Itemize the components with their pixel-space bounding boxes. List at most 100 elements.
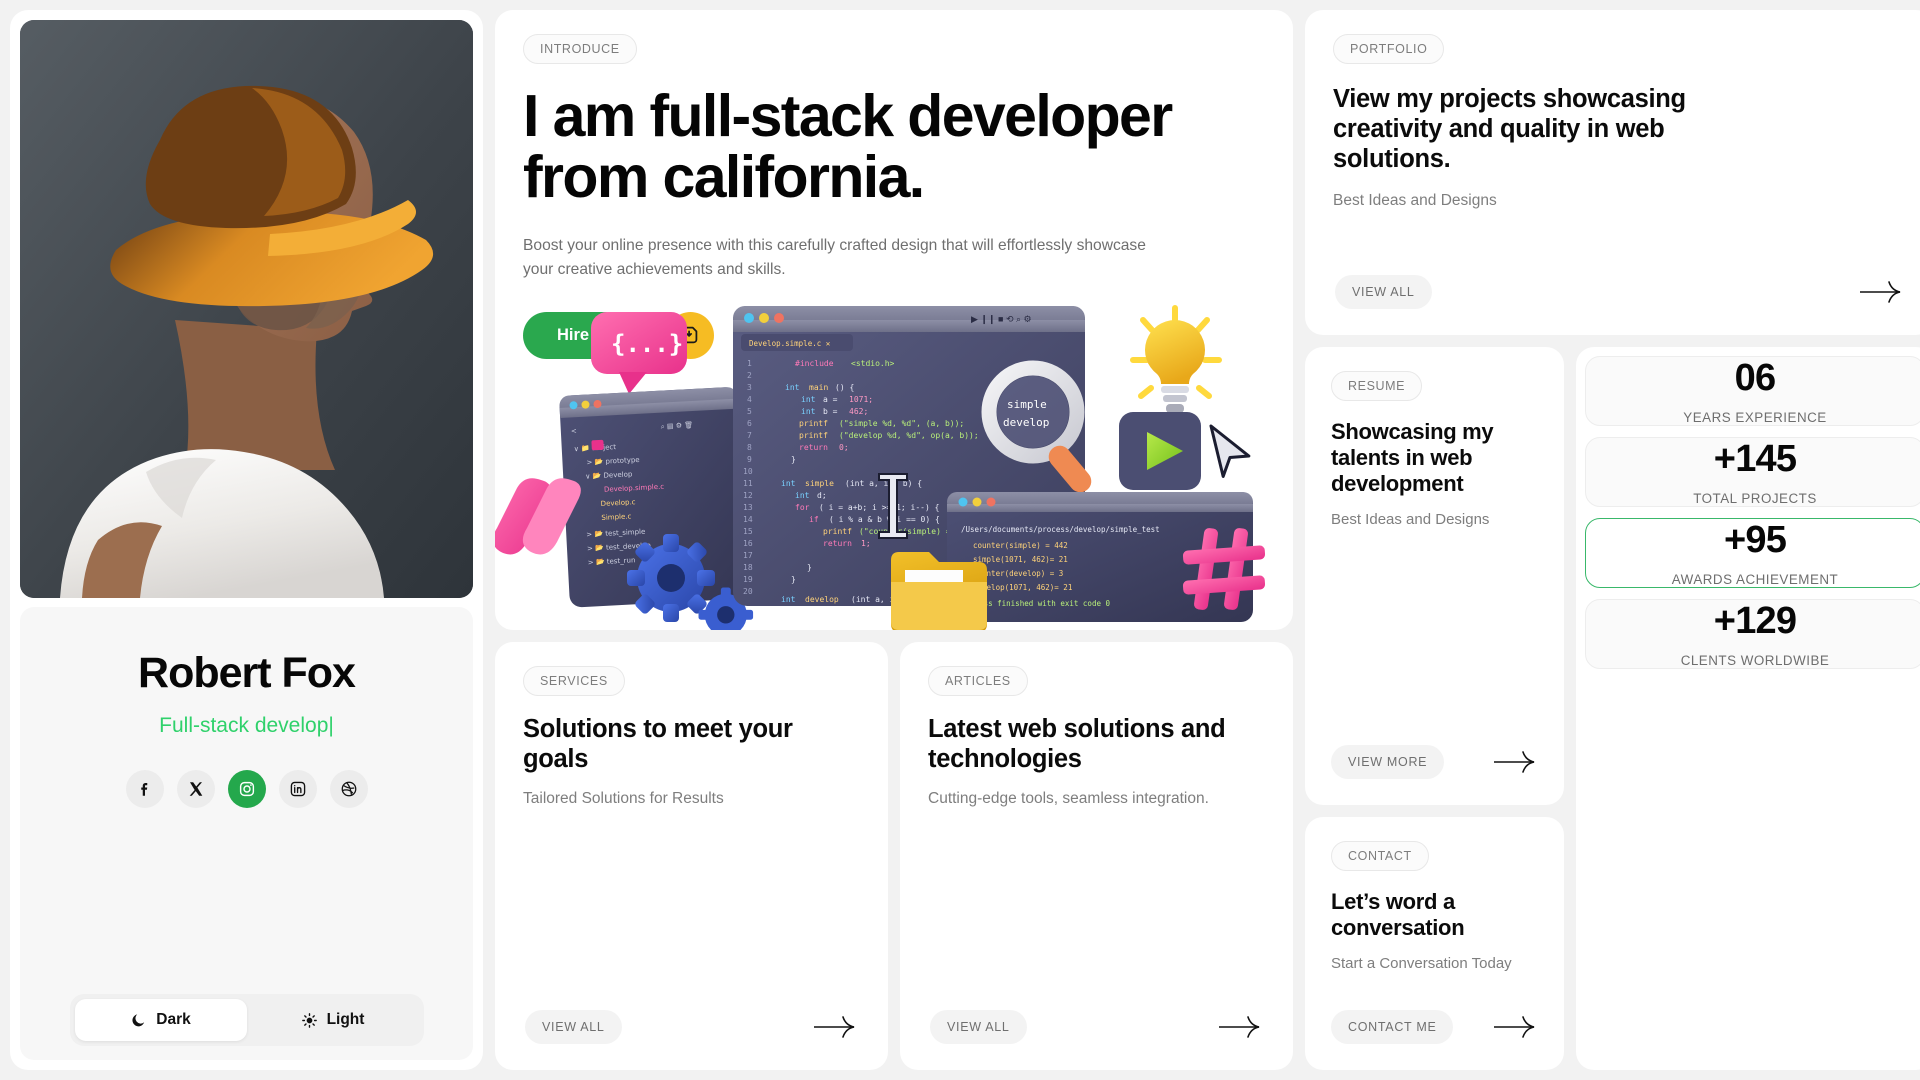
resume-footer: VIEW MORE	[1331, 745, 1538, 779]
svg-text:<: <	[571, 427, 577, 435]
stat-label: TOTAL PROJECTS	[1693, 491, 1817, 506]
arrow-right-icon[interactable]	[1217, 1014, 1263, 1040]
theme-dark-label: Dark	[156, 1011, 191, 1028]
services-view-all-button[interactable]: VIEW ALL	[525, 1010, 622, 1044]
arrow-right-icon[interactable]	[1492, 749, 1538, 775]
stat-value: +95	[1723, 519, 1787, 561]
svg-text:19: 19	[743, 575, 753, 584]
portfolio-card: PORTFOLIO View my projects showcasing cr…	[1305, 10, 1920, 335]
social-dribbble[interactable]	[329, 770, 368, 808]
stat-value: +145	[1713, 438, 1797, 480]
svg-text:simple(1071, 462)= 21: simple(1071, 462)= 21	[973, 555, 1068, 564]
svg-text:10: 10	[743, 467, 753, 476]
svg-text:}: }	[791, 575, 796, 584]
svg-text:Develop.simple.c ✕: Develop.simple.c ✕	[749, 339, 831, 348]
svg-text:3: 3	[747, 383, 752, 392]
svg-text:18: 18	[743, 563, 753, 572]
contact-title: Let’s word a conversation	[1331, 889, 1465, 940]
svg-text:for: for	[795, 503, 810, 512]
svg-text:printf: printf	[823, 527, 852, 536]
mid-bottom-cards: SERVICES Solutions to meet your goals Ta…	[495, 642, 1293, 1070]
svg-text:develop(1071, 462)= 21: develop(1071, 462)= 21	[973, 583, 1072, 592]
svg-text:main: main	[809, 383, 828, 392]
portfolio-view-all-button[interactable]: VIEW ALL	[1335, 275, 1432, 309]
svg-text:2: 2	[747, 371, 752, 380]
svg-text:9: 9	[747, 455, 752, 464]
svg-text:1: 1	[747, 359, 752, 368]
theme-option-dark[interactable]: Dark	[74, 999, 247, 1041]
svg-text:() {: () {	[835, 383, 854, 392]
social-links	[125, 770, 368, 808]
theme-option-light[interactable]: Light	[247, 999, 419, 1041]
svg-text:counter(simple) = 442: counter(simple) = 442	[973, 541, 1068, 550]
svg-text:int: int	[785, 383, 800, 392]
svg-text:11: 11	[743, 479, 753, 488]
hero-illustration: {...} < ⌕ ▤ ⚙ 🗑 ∨ 📁 Project > 📂 prototyp…	[495, 300, 1293, 630]
typing-caret: |	[328, 714, 334, 737]
svg-text:<stdio.h>: <stdio.h>	[851, 359, 895, 368]
svg-text:13: 13	[743, 503, 753, 512]
profile-info: Robert Fox Full-stack develop| Dark Ligh…	[20, 607, 473, 1060]
svg-text:if: if	[809, 515, 819, 524]
stat-card: +145 TOTAL PROJECTS	[1585, 437, 1920, 507]
articles-footer: VIEW ALL	[930, 1010, 1263, 1044]
profile-photo	[20, 20, 473, 598]
svg-text:▶ ❙❙ ■ ⟲ ⌕ ⚙: ▶ ❙❙ ■ ⟲ ⌕ ⚙	[971, 314, 1032, 325]
dribbble-icon	[341, 781, 356, 797]
articles-title: Latest web solutions and technologies	[928, 715, 1226, 774]
resume-title: Showcasing my talents in web development	[1331, 419, 1494, 496]
svg-text:4: 4	[747, 395, 752, 404]
portfolio-title: View my projects showcasing creativity a…	[1333, 85, 1686, 174]
stat-label: YEARS EXPERIENCE	[1683, 410, 1827, 425]
svg-text:17: 17	[743, 551, 753, 560]
svg-text:printf: printf	[799, 431, 828, 440]
profile-card: Robert Fox Full-stack develop| Dark Ligh…	[10, 10, 483, 1070]
svg-text:⌕ ▤ ⚙ 🗑: ⌕ ▤ ⚙ 🗑	[660, 420, 693, 431]
instagram-icon	[239, 781, 254, 797]
person-name: Robert Fox	[138, 649, 356, 697]
facebook-icon	[140, 783, 147, 796]
services-card: SERVICES Solutions to meet your goals Ta…	[495, 642, 888, 1070]
stats-list: 06 YEARS EXPERIENCE +145 TOTAL PROJECTS …	[1585, 356, 1920, 669]
stat-card-highlighted: +95 AWARDS ACHIEVEMENT	[1585, 518, 1920, 588]
svg-text:20: 20	[743, 587, 753, 596]
svg-text:14: 14	[743, 515, 753, 524]
svg-text:#include: #include	[795, 359, 834, 368]
moon-icon	[132, 1013, 145, 1026]
svg-text:7: 7	[747, 431, 752, 440]
arrow-right-icon[interactable]	[1858, 279, 1904, 305]
articles-view-all-button[interactable]: VIEW ALL	[930, 1010, 1027, 1044]
resume-view-more-button[interactable]: VIEW MORE	[1331, 745, 1445, 779]
arrow-right-icon[interactable]	[1492, 1014, 1538, 1040]
svg-text:simple: simple	[805, 479, 834, 488]
svg-text:("develop %d, %d", op(a, b));: ("develop %d, %d", op(a, b));	[839, 431, 979, 440]
contact-me-button[interactable]: CONTACT ME	[1331, 1010, 1454, 1044]
social-instagram[interactable]	[227, 770, 266, 808]
svg-text:develop: develop	[805, 595, 839, 604]
services-title: Solutions to meet your goals	[523, 715, 793, 774]
svg-text:return: return	[823, 539, 852, 548]
hero-badge: INTRODUCE	[523, 34, 637, 64]
social-linkedin[interactable]	[278, 770, 317, 808]
svg-text:d;: d;	[817, 491, 827, 500]
svg-text:6: 6	[747, 419, 752, 428]
svg-text:16: 16	[743, 539, 753, 548]
dashboard-root: Robert Fox Full-stack develop| Dark Ligh…	[0, 0, 1920, 1080]
theme-toggle[interactable]: Dark Light	[69, 994, 424, 1046]
stats-panel: 06 YEARS EXPERIENCE +145 TOTAL PROJECTS …	[1576, 347, 1920, 1070]
svg-text:462;: 462;	[849, 407, 868, 416]
arrow-right-icon[interactable]	[812, 1014, 858, 1040]
hero-card: INTRODUCE I am full-stack developer from…	[495, 10, 1293, 630]
svg-text:/Users/documents/process/devel: /Users/documents/process/develop/simple_…	[961, 525, 1160, 534]
contact-footer: CONTACT ME	[1331, 1010, 1538, 1044]
person-role: Full-stack develop|	[159, 714, 334, 738]
social-x[interactable]	[176, 770, 215, 808]
portfolio-badge: PORTFOLIO	[1333, 34, 1445, 64]
stat-value: 06	[1734, 357, 1776, 399]
svg-text:( i % a & b % i == 0) {: ( i % a & b % i == 0) {	[829, 515, 940, 524]
articles-badge: ARTICLES	[928, 666, 1028, 696]
svg-text:simple: simple	[1007, 398, 1047, 411]
svg-text:b =: b =	[823, 407, 838, 416]
social-facebook[interactable]	[125, 770, 164, 808]
resume-contact-column: RESUME Showcasing my talents in web deve…	[1305, 347, 1564, 1070]
